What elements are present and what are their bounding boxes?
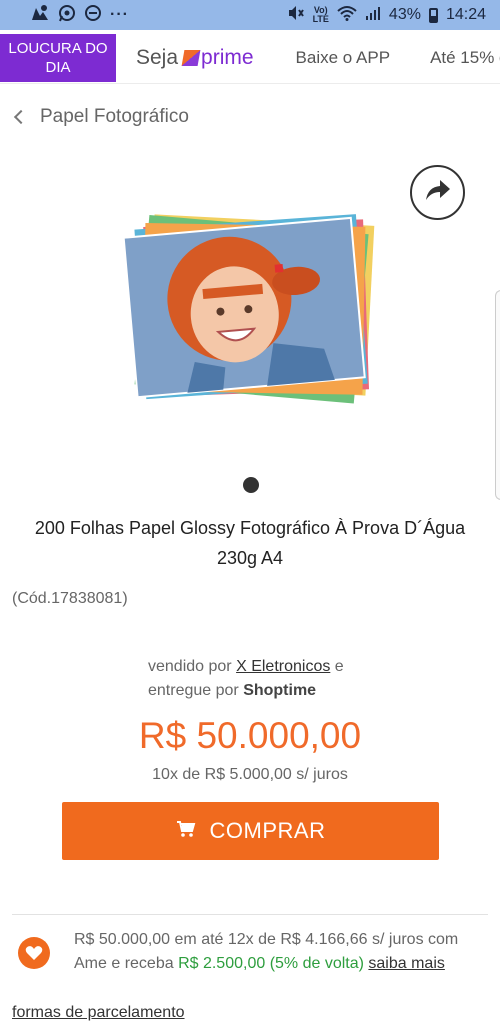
status-bar: ··· Vo) LTE 43% 14:24 (0, 0, 500, 30)
installments-info: 10x de R$ 5.000,00 s/ juros (152, 766, 348, 783)
divider (12, 914, 488, 915)
delivered-by-label: entregue por (148, 682, 239, 699)
ame-cashback-offer: R$ 50.000,00 em até 12x de R$ 4.166,66 s… (74, 928, 486, 976)
buy-button[interactable]: COMPRAR (62, 802, 439, 860)
sold-by-suffix: e (334, 658, 344, 675)
installment-options-link[interactable]: formas de parcelamento (12, 1004, 185, 1022)
product-price: R$ 50.000,00 (138, 715, 362, 756)
promo-bar: LOUCURA DO DIA Seja prime Baixe o APP At… (0, 32, 500, 84)
prime-banner[interactable]: Seja prime (136, 46, 254, 70)
product-image[interactable] (120, 205, 380, 410)
prime-seja-label: Seja (136, 45, 179, 69)
notification-icons: ··· (30, 4, 129, 27)
system-status: Vo) LTE 43% 14:24 (287, 5, 486, 26)
volte-indicator: Vo) LTE (313, 6, 329, 24)
share-button[interactable] (410, 165, 465, 220)
wifi-icon (337, 5, 357, 26)
breadcrumb-label[interactable]: Papel Fotográfico (40, 106, 189, 128)
battery-icon (428, 7, 438, 23)
buy-button-label: COMPRAR (209, 818, 326, 843)
share-icon (424, 178, 452, 207)
prime-logo-icon (181, 49, 201, 66)
sold-by-label: vendido por (148, 658, 232, 675)
carousel-indicator[interactable] (243, 477, 259, 493)
discount-promo-link[interactable]: Até 15% de (430, 48, 500, 68)
battery-percent: 43% (388, 6, 421, 23)
cart-icon (176, 818, 196, 844)
app-notification-icon (30, 4, 50, 27)
chevron-left-icon[interactable] (13, 109, 29, 125)
download-app-link[interactable]: Baixe o APP (296, 48, 391, 68)
ame-heart-icon (18, 937, 50, 969)
scroll-handle[interactable] (495, 290, 500, 500)
seller-link[interactable]: X Eletronicos (236, 658, 330, 675)
lte-label: LTE (312, 14, 329, 24)
product-code: (Cód.17838081) (12, 590, 128, 607)
seller-info: vendido por X Eletronicos e entregue por… (148, 655, 388, 703)
prime-label: prime (201, 45, 254, 69)
whatsapp-icon (58, 4, 76, 27)
chat-icon (84, 4, 102, 27)
clock: 14:24 (445, 6, 486, 23)
more-notifications-indicator: ··· (110, 6, 129, 23)
daily-deal-banner[interactable]: LOUCURA DO DIA (0, 33, 116, 82)
product-title: 200 Folhas Papel Glossy Fotográfico À Pr… (34, 518, 466, 568)
mute-icon (287, 5, 305, 26)
ame-learn-more-link[interactable]: saiba mais (368, 955, 444, 972)
ame-cashback-value: R$ 2.500,00 (5% de volta) (178, 955, 364, 972)
signal-icon (365, 5, 381, 26)
breadcrumb[interactable]: Papel Fotográfico (12, 106, 189, 128)
delivery-company: Shoptime (243, 682, 317, 699)
